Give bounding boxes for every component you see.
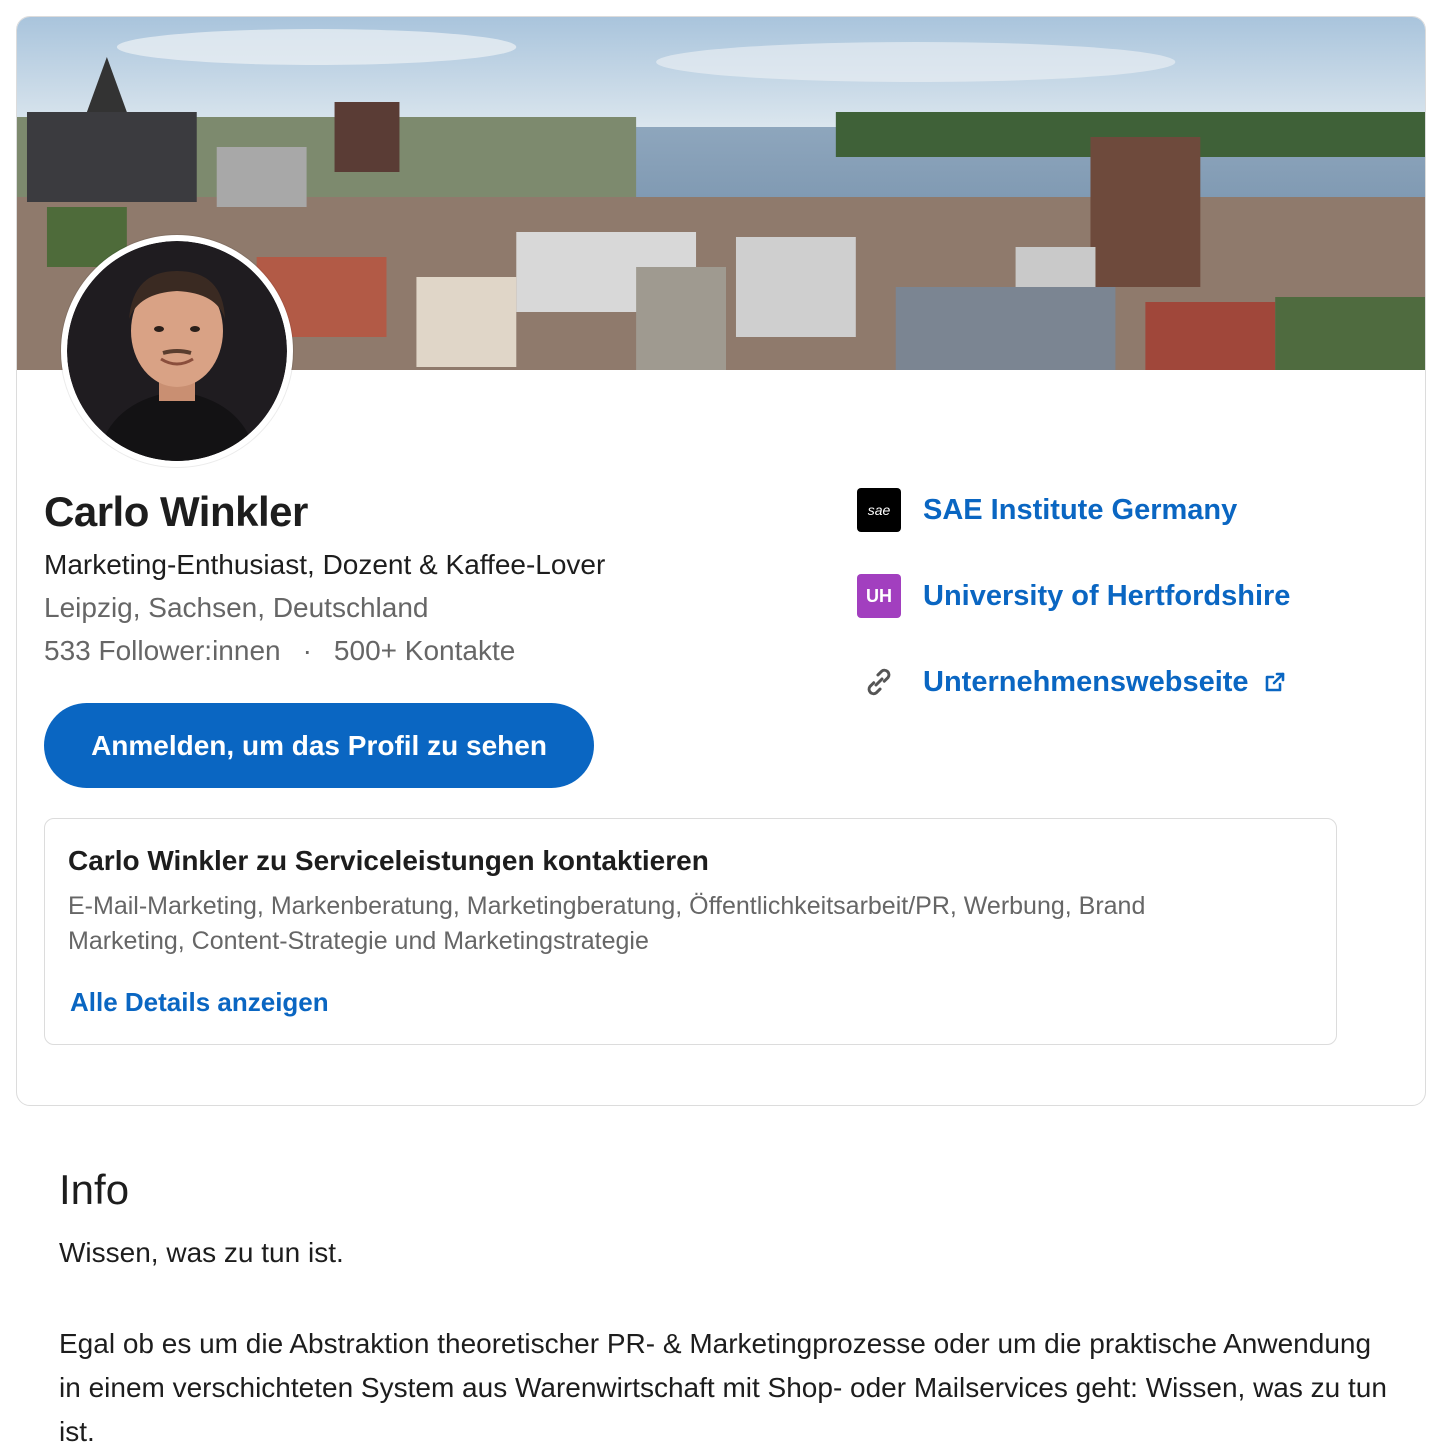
profile-stats: 533 Follower:innen · 500+ Kontakte: [44, 635, 515, 667]
side-link-uh[interactable]: UH University of Hertfordshire: [857, 574, 1290, 618]
all-details-link[interactable]: Alle Details anzeigen: [70, 987, 329, 1018]
profile-headline: Marketing-Enthusiast, Dozent & Kaffee-Lo…: [44, 549, 606, 580]
stats-separator: ·: [302, 635, 312, 666]
side-link-label: SAE Institute Germany: [923, 493, 1238, 526]
info-heading: Info: [59, 1166, 130, 1213]
profile-name: Carlo Winkler: [44, 488, 308, 535]
uh-logo-text: UH: [866, 585, 892, 606]
connections-count: 500+ Kontakte: [333, 635, 516, 666]
followers-count: 533 Follower:innen: [44, 635, 281, 666]
sae-logo-icon: sae: [857, 488, 901, 532]
services-box: Carlo Winkler zu Serviceleistungen konta…: [44, 818, 1337, 1045]
info-paragraph-1: Wissen, was zu tun ist.: [59, 1237, 344, 1268]
link-icon: [857, 660, 901, 704]
side-link-website[interactable]: Unternehmenswebseite: [857, 660, 1287, 704]
side-link-sae[interactable]: sae SAE Institute Germany: [857, 488, 1237, 532]
signin-button[interactable]: Anmelden, um das Profil zu sehen: [44, 703, 594, 788]
services-description: E-Mail-Marketing, Markenberatung, Market…: [68, 892, 1146, 955]
side-link-label: Unternehmenswebseite: [923, 665, 1249, 698]
services-title: Carlo Winkler zu Serviceleistungen konta…: [68, 845, 709, 876]
avatar: [61, 235, 293, 467]
uh-logo-icon: UH: [857, 574, 901, 618]
external-link-icon: [1263, 670, 1287, 694]
info-paragraph-2: Egal ob es um die Abstraktion theoretisc…: [59, 1328, 1387, 1447]
profile-location: Leipzig, Sachsen, Deutschland: [44, 592, 429, 623]
side-link-label: University of Hertfordshire: [923, 579, 1291, 612]
sae-logo-text: sae: [867, 502, 891, 518]
